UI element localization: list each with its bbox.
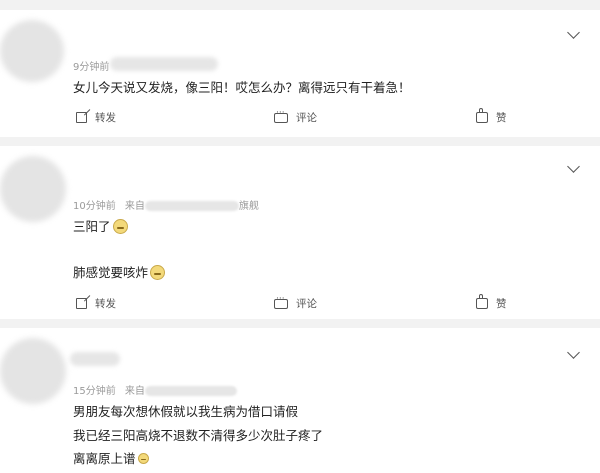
- timestamp: 15分钟前: [73, 386, 116, 397]
- comment-text: 离离原上谱: [73, 448, 149, 467]
- chevron-down-icon[interactable]: [567, 26, 580, 39]
- emoji-icon: [112, 219, 128, 234]
- comment-text: 我已经三阳高烧不退数不清得多少次肚子疼了: [73, 425, 323, 444]
- comment-line: 肺感觉要咳炸: [73, 265, 149, 280]
- device-redacted: [144, 201, 239, 211]
- share-icon: [76, 298, 87, 309]
- comment-text: 男朋友每次想休假就以我生病为借口请假: [73, 401, 298, 420]
- thumbs-up-icon: [476, 108, 488, 123]
- share-icon: [76, 112, 87, 123]
- chevron-down-icon[interactable]: [567, 160, 580, 173]
- source-prefix: 来自: [124, 386, 145, 397]
- comment-line: 女儿今天说又发烧，像三阳！哎怎么办？离得远只有干着急！: [73, 80, 411, 95]
- timestamp: 9分钟前: [73, 62, 110, 73]
- share-button[interactable]: 转发: [76, 110, 116, 125]
- comment-card-1: 9分钟前 女儿今天说又发烧，像三阳！哎怎么办？离得远只有干着急！ 转发 评论 赞: [0, 10, 600, 137]
- username-redacted: [110, 57, 218, 71]
- comment-card-3: 15分钟前 来自 男朋友每次想休假就以我生病为借口请假 我已经三阳高烧不退数不清…: [0, 328, 600, 473]
- share-label: 转发: [95, 298, 116, 310]
- comment-meta: 10分钟前 来自 旗舰: [73, 197, 259, 212]
- comment-icon: [274, 108, 288, 123]
- comment-label: 评论: [296, 298, 317, 310]
- thumbs-up-icon: [476, 294, 488, 309]
- like-button[interactable]: 赞: [476, 108, 507, 125]
- source-suffix: 旗舰: [238, 201, 259, 212]
- comment-line: 三阳了: [73, 219, 111, 234]
- comment-label: 评论: [296, 112, 317, 124]
- chevron-down-icon[interactable]: [567, 346, 580, 359]
- comment-button[interactable]: 评论: [274, 294, 317, 311]
- avatar[interactable]: [0, 156, 66, 222]
- comment-line: 离离原上谱: [73, 451, 136, 466]
- comment-button[interactable]: 评论: [274, 108, 317, 125]
- like-button[interactable]: 赞: [476, 294, 507, 311]
- username-redacted: [70, 352, 120, 366]
- comment-icon: [274, 294, 288, 309]
- timestamp: 10分钟前: [73, 201, 116, 212]
- emoji-icon: [137, 453, 149, 464]
- comment-card-2: 10分钟前 来自 旗舰 三阳了 肺感觉要咳炸 转发 评论 赞: [0, 146, 600, 319]
- like-label: 赞: [496, 298, 507, 310]
- comment-line: 我已经三阳高烧不退数不清得多少次肚子疼了: [73, 428, 324, 443]
- share-label: 转发: [95, 112, 116, 124]
- avatar[interactable]: [0, 20, 64, 82]
- share-button[interactable]: 转发: [76, 296, 116, 311]
- comment-text: 三阳了: [73, 216, 128, 235]
- device-redacted: [144, 386, 237, 396]
- comment-meta: 9分钟前: [73, 58, 109, 73]
- like-label: 赞: [496, 112, 507, 124]
- emoji-icon: [150, 265, 166, 280]
- source-prefix: 来自: [124, 201, 145, 212]
- comment-text: 肺感觉要咳炸: [73, 262, 166, 281]
- comment-meta: 15分钟前 来自: [73, 382, 237, 397]
- comment-line: 男朋友每次想休假就以我生病为借口请假: [73, 404, 299, 419]
- comment-text: 女儿今天说又发烧，像三阳！哎怎么办？离得远只有干着急！: [73, 77, 411, 96]
- avatar[interactable]: [0, 338, 66, 404]
